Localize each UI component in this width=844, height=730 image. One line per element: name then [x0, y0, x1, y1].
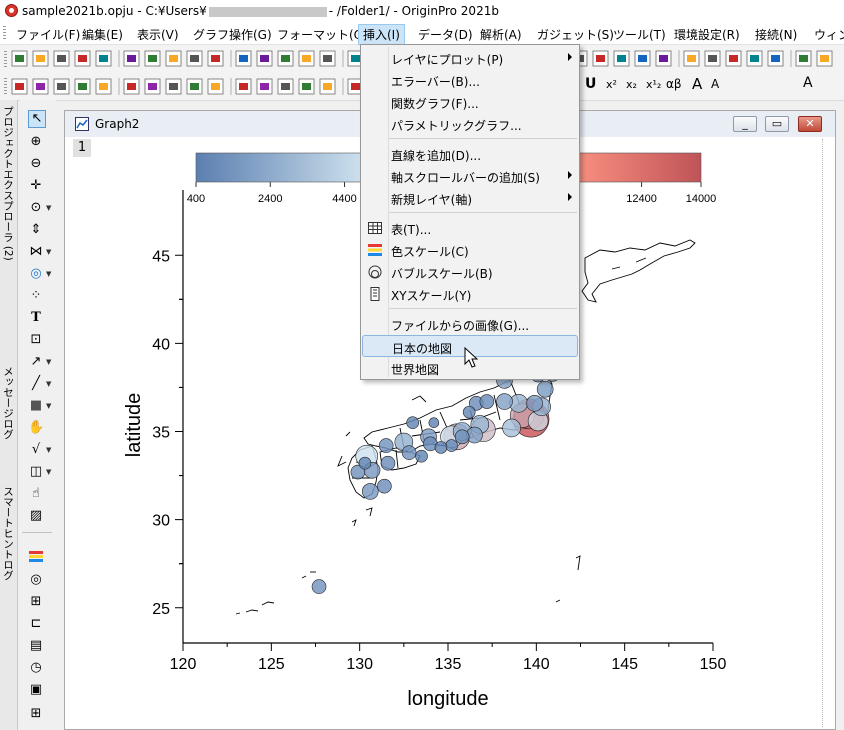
data-bubble[interactable] — [526, 394, 543, 412]
x-tick-label: 145 — [611, 656, 638, 673]
insert-menu-item-label: 直線を追加(D)... — [391, 149, 482, 163]
menu-separator — [389, 138, 577, 139]
y-tick-label: 25 — [152, 601, 170, 618]
insert-menu-item[interactable]: バブルスケール(B) — [362, 261, 578, 283]
insert-menu-item[interactable]: 色スケール(C) — [362, 239, 578, 261]
xy-scale-icon — [370, 287, 380, 301]
insert-menu-dropdown: レイヤにプロット(P) エラーバー(B)... 関数グラフ(F)... パラメトリック… — [360, 44, 580, 380]
data-bubble[interactable] — [536, 380, 554, 398]
y-tick-label: 40 — [152, 336, 170, 353]
insert-menu-item[interactable]: エラーバー(B)... — [362, 69, 578, 91]
insert-menu-item-label: ファイルからの画像(G)... — [391, 319, 530, 333]
insert-menu-item[interactable]: 関数グラフ(F)... — [362, 91, 578, 113]
y-tick-label: 45 — [152, 248, 170, 265]
insert-menu-item[interactable]: 軸スクロールバーの追加(S) — [362, 165, 578, 187]
insert-menu-item-label: 表(T)... — [391, 223, 432, 237]
x-tick-label: 135 — [435, 656, 462, 673]
insert-menu-item-label: 関数グラフ(F)... — [391, 97, 479, 111]
data-bubble[interactable] — [311, 579, 327, 594]
insert-menu-item-label: レイヤにプロット(P) — [391, 53, 504, 67]
insert-menu-item-label: 日本の地図 — [392, 342, 453, 356]
color-scale-tick-label: 4400 — [332, 193, 356, 205]
data-bubble[interactable] — [361, 483, 379, 500]
insert-menu-item-label: 色スケール(C) — [391, 245, 469, 259]
y-tick-label: 35 — [152, 425, 170, 442]
data-bubble[interactable] — [445, 439, 458, 452]
insert-menu-item[interactable]: 直線を追加(D)... — [362, 143, 578, 165]
insert-menu-item[interactable]: 表(T)... — [362, 217, 578, 239]
x-axis-title: longitude — [407, 688, 488, 710]
data-bubble[interactable] — [377, 478, 392, 494]
menu-separator — [389, 308, 577, 309]
x-tick-label: 140 — [523, 656, 550, 673]
insert-menu-item[interactable]: レイヤにプロット(P) — [362, 47, 578, 69]
x-tick-label: 120 — [170, 656, 197, 673]
insert-menu-item-label: 軸スクロールバーの追加(S) — [391, 171, 540, 185]
color-scale-tick-label: 400 — [187, 193, 205, 205]
insert-menu-item-label: バブルスケール(B) — [391, 267, 493, 281]
data-bubble[interactable] — [378, 438, 394, 453]
menu-separator — [389, 212, 577, 213]
submenu-arrow-icon — [568, 193, 572, 201]
color-scale-icon — [368, 244, 382, 256]
insert-menu-item[interactable]: ファイルからの画像(G)... — [362, 313, 578, 335]
insert-menu-item-label: 新規レイヤ(軸) — [391, 193, 473, 207]
data-bubble[interactable] — [415, 449, 428, 463]
insert-menu-item[interactable]: XYスケール(Y) — [362, 283, 578, 305]
color-scale-tick-label: 2400 — [258, 193, 282, 205]
x-tick-label: 150 — [700, 656, 727, 673]
submenu-arrow-icon — [568, 171, 572, 179]
y-axis-title: latitude — [123, 393, 145, 458]
data-bubble[interactable] — [479, 394, 495, 409]
insert-menu-item[interactable]: 新規レイヤ(軸) — [362, 187, 578, 209]
color-scale-tick-label: 12400 — [626, 193, 657, 205]
submenu-arrow-icon — [568, 53, 572, 61]
bubble-scale-icon — [368, 265, 382, 279]
insert-menu-item-label: XYスケール(Y) — [391, 289, 472, 303]
insert-menu-item-label: パラメトリックグラフ... — [391, 119, 522, 133]
data-bubble[interactable] — [434, 441, 448, 454]
data-bubble[interactable] — [358, 456, 372, 470]
data-bubble[interactable] — [496, 393, 513, 410]
x-tick-label: 130 — [346, 656, 373, 673]
data-bubble[interactable] — [428, 417, 440, 428]
y-tick-label: 30 — [152, 513, 170, 530]
data-bubble[interactable] — [454, 429, 470, 445]
insert-menu-item-label: 世界地図 — [391, 363, 440, 377]
data-bubble[interactable] — [502, 418, 521, 438]
data-bubble[interactable] — [401, 445, 417, 460]
data-bubble[interactable] — [406, 416, 419, 429]
insert-menu-item[interactable]: パラメトリックグラフ... — [362, 113, 578, 135]
insert-menu-item-label: エラーバー(B)... — [391, 75, 480, 89]
table-icon — [368, 222, 382, 234]
x-tick-label: 125 — [258, 656, 285, 673]
mouse-cursor-icon — [464, 347, 478, 368]
data-bubble[interactable] — [462, 405, 476, 419]
data-bubble[interactable] — [380, 455, 396, 471]
color-scale-tick-label: 14000 — [686, 193, 717, 205]
